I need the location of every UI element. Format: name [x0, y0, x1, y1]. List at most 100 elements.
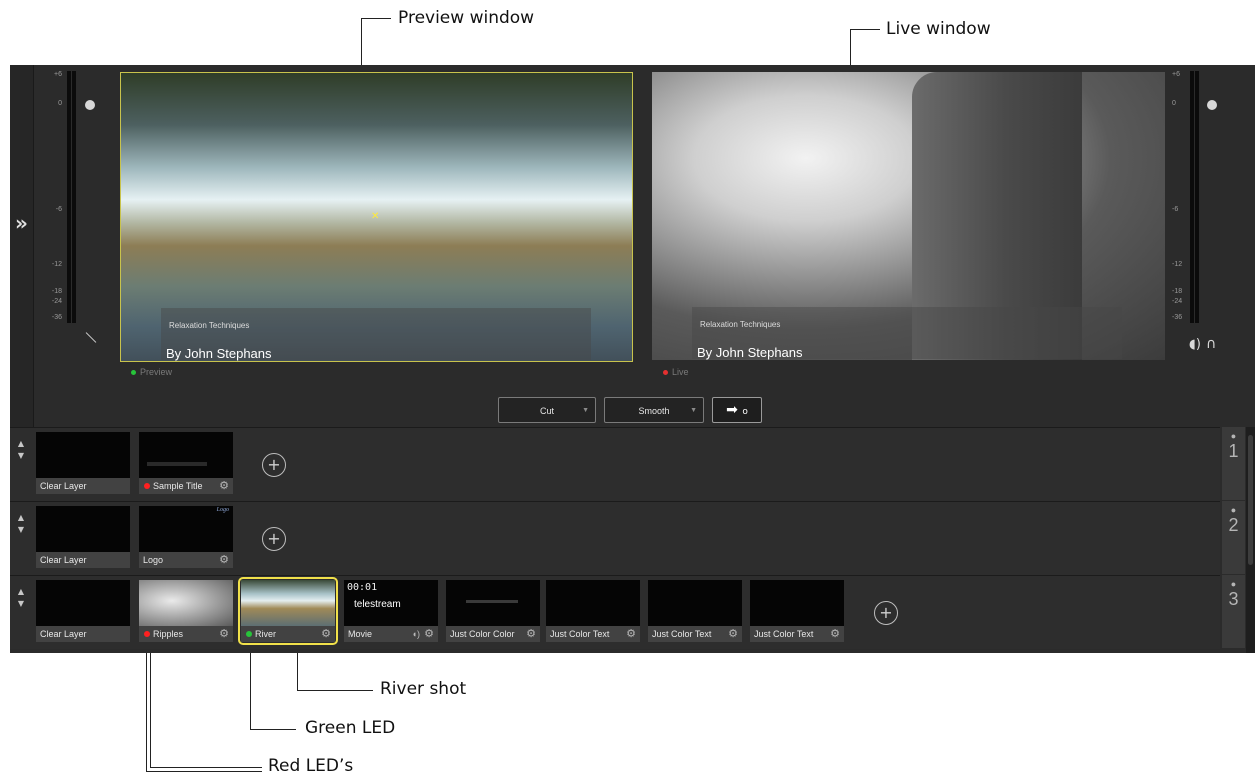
speaker-icon[interactable]: ◖)	[1189, 337, 1201, 352]
shot-tile[interactable]: Logo Logo ⚙	[139, 506, 233, 568]
gear-icon[interactable]: ⚙	[728, 626, 738, 642]
ripples-thumbnail	[139, 580, 233, 626]
shot-label-bar: Clear Layer	[36, 552, 130, 568]
preview-video[interactable]: ✕ Relaxation Techniques By John Stephans	[120, 72, 633, 362]
shot-tile[interactable]: Clear Layer	[36, 506, 130, 568]
live-window-label: Live window	[886, 19, 991, 39]
gear-icon[interactable]: ⚙	[219, 626, 229, 642]
meter-tick-label: -12	[51, 261, 62, 268]
meter-tick-label: -24	[51, 298, 62, 305]
meter-tick-label: -6	[55, 206, 62, 213]
shot-label: Just Color Color	[450, 629, 515, 639]
crosshair-icon: ✕	[371, 211, 380, 222]
shot-tile[interactable]: Clear Layer	[36, 580, 130, 642]
gear-icon[interactable]: ⚙	[424, 626, 434, 642]
smooth-transition-label: Smooth	[638, 406, 670, 416]
shot-label-bar: River ⚙	[241, 626, 335, 642]
shot-label: Just Color Text	[550, 629, 610, 639]
shot-tile[interactable]: Just Color Color ⚙	[446, 580, 540, 642]
gear-icon[interactable]: ⚙	[321, 626, 331, 642]
lower-third-subtitle: Relaxation Techniques	[700, 320, 781, 329]
mute-slash-icon[interactable]	[85, 332, 97, 343]
shot-label-bar: Just Color Text ⚙	[648, 626, 742, 642]
volume-slider-knob[interactable]	[85, 100, 95, 110]
live-video[interactable]: Relaxation Techniques By John Stephans	[652, 72, 1165, 360]
layer-number-2[interactable]: ● 2	[1222, 501, 1245, 574]
layer-number-3[interactable]: ● 3	[1222, 575, 1245, 648]
layer-number-label: 2	[1228, 515, 1239, 535]
shot-tile-selected[interactable]: River ⚙	[238, 577, 338, 645]
dot-icon: ●	[1230, 505, 1237, 515]
double-chevron-right-icon[interactable]: »	[10, 213, 33, 233]
live-led	[663, 370, 668, 376]
cut-transition-select[interactable]: Cut ▼	[498, 397, 596, 423]
cut-transition-label: Cut	[539, 406, 554, 416]
plus-circle-icon[interactable]: +	[874, 601, 898, 625]
arrow-down-icon[interactable]: ▼	[18, 599, 24, 608]
volume-slider-knob[interactable]	[1207, 100, 1217, 110]
red-leds-label: Red LED’s	[268, 756, 354, 776]
layer-number-1[interactable]: ● 1	[1222, 427, 1245, 500]
shot-label-bar: Clear Layer	[36, 478, 130, 494]
shot-tile[interactable]: 00:01 telestream Movie ◖) ⚙	[344, 580, 438, 642]
layer-reorder-arrows[interactable]: ▲ ▼	[10, 586, 32, 610]
lower-third-title: By John Stephans	[697, 345, 803, 360]
shot-tile[interactable]: Sample Title ⚙	[139, 432, 233, 494]
red-led	[144, 483, 150, 489]
arrow-up-icon[interactable]: ▲	[18, 439, 24, 448]
shot-label: Ripples	[153, 629, 184, 639]
arrow-up-icon[interactable]: ▲	[18, 587, 24, 596]
scrollbar-thumb[interactable]	[1248, 435, 1253, 565]
gear-icon[interactable]: ⚙	[219, 552, 229, 568]
meter-tick-label: -36	[51, 314, 62, 321]
layers-scrollbar[interactable]	[1246, 427, 1255, 653]
meter-level-bar	[1190, 71, 1194, 323]
shot-label: Clear Layer	[40, 629, 87, 639]
dot-icon: ●	[1230, 431, 1237, 441]
river-shot-label: River shot	[380, 679, 467, 699]
shot-label: Clear Layer	[40, 555, 87, 565]
layer-3: ▲ ▼ Clear Layer Ripples ⚙ River ⚙ 00:01 t…	[10, 575, 1220, 649]
river-thumbnail	[241, 580, 335, 626]
logo-thumb-text: Logo	[216, 507, 229, 513]
preview-audio-meter: +6 0 -6 -12 -18 -24 -36	[34, 69, 97, 419]
title-graphic	[147, 462, 207, 466]
shot-tile[interactable]: Just Color Text ⚙	[648, 580, 742, 642]
meter-level-bar	[1195, 71, 1199, 323]
layer-number-label: 1	[1228, 441, 1239, 461]
speaker-icon[interactable]: ◖)	[412, 626, 420, 642]
headphones-icon[interactable]: ∩	[1206, 336, 1216, 352]
shot-tile[interactable]: Ripples ⚙	[139, 580, 233, 642]
preview-led	[131, 370, 136, 376]
shot-label-bar: Just Color Text ⚙	[750, 626, 844, 642]
shot-tile[interactable]: Clear Layer	[36, 432, 130, 494]
take-transition-button[interactable]: ➡ o	[712, 397, 762, 423]
shot-label-bar: Sample Title ⚙	[139, 478, 233, 494]
shot-label-bar: Clear Layer	[36, 626, 130, 642]
gear-icon[interactable]: ⚙	[219, 478, 229, 494]
arrow-down-icon[interactable]: ▼	[18, 525, 24, 534]
plus-circle-icon[interactable]: +	[262, 453, 286, 477]
gear-icon[interactable]: ⚙	[626, 626, 636, 642]
telestream-logo: telestream	[354, 599, 401, 610]
layer-reorder-arrows[interactable]: ▲ ▼	[10, 438, 32, 462]
shot-tile[interactable]: Just Color Text ⚙	[750, 580, 844, 642]
shot-label: Sample Title	[153, 481, 203, 491]
shot-label: Movie	[348, 629, 373, 639]
live-audio-meter: +6 0 -6 -12 -18 -24 -36 ◖) ∩	[1170, 69, 1217, 419]
meter-tick-label: 0	[58, 100, 62, 107]
arrow-right-icon: ➡	[726, 402, 738, 418]
shot-label: Logo	[143, 555, 164, 565]
green-led	[246, 631, 252, 637]
arrow-up-icon[interactable]: ▲	[18, 513, 24, 522]
preview-lower-third: Relaxation Techniques By John Stephans	[161, 308, 591, 361]
gear-icon[interactable]: ⚙	[830, 626, 840, 642]
arrow-down-icon[interactable]: ▼	[18, 451, 24, 460]
shot-tile[interactable]: Just Color Text ⚙	[546, 580, 640, 642]
smooth-transition-select[interactable]: Smooth ▼	[604, 397, 704, 423]
layer-reorder-arrows[interactable]: ▲ ▼	[10, 512, 32, 536]
dot-icon: ●	[1230, 579, 1237, 589]
shot-label-bar: Just Color Color ⚙	[446, 626, 540, 642]
gear-icon[interactable]: ⚙	[526, 626, 536, 642]
plus-circle-icon[interactable]: +	[262, 527, 286, 551]
